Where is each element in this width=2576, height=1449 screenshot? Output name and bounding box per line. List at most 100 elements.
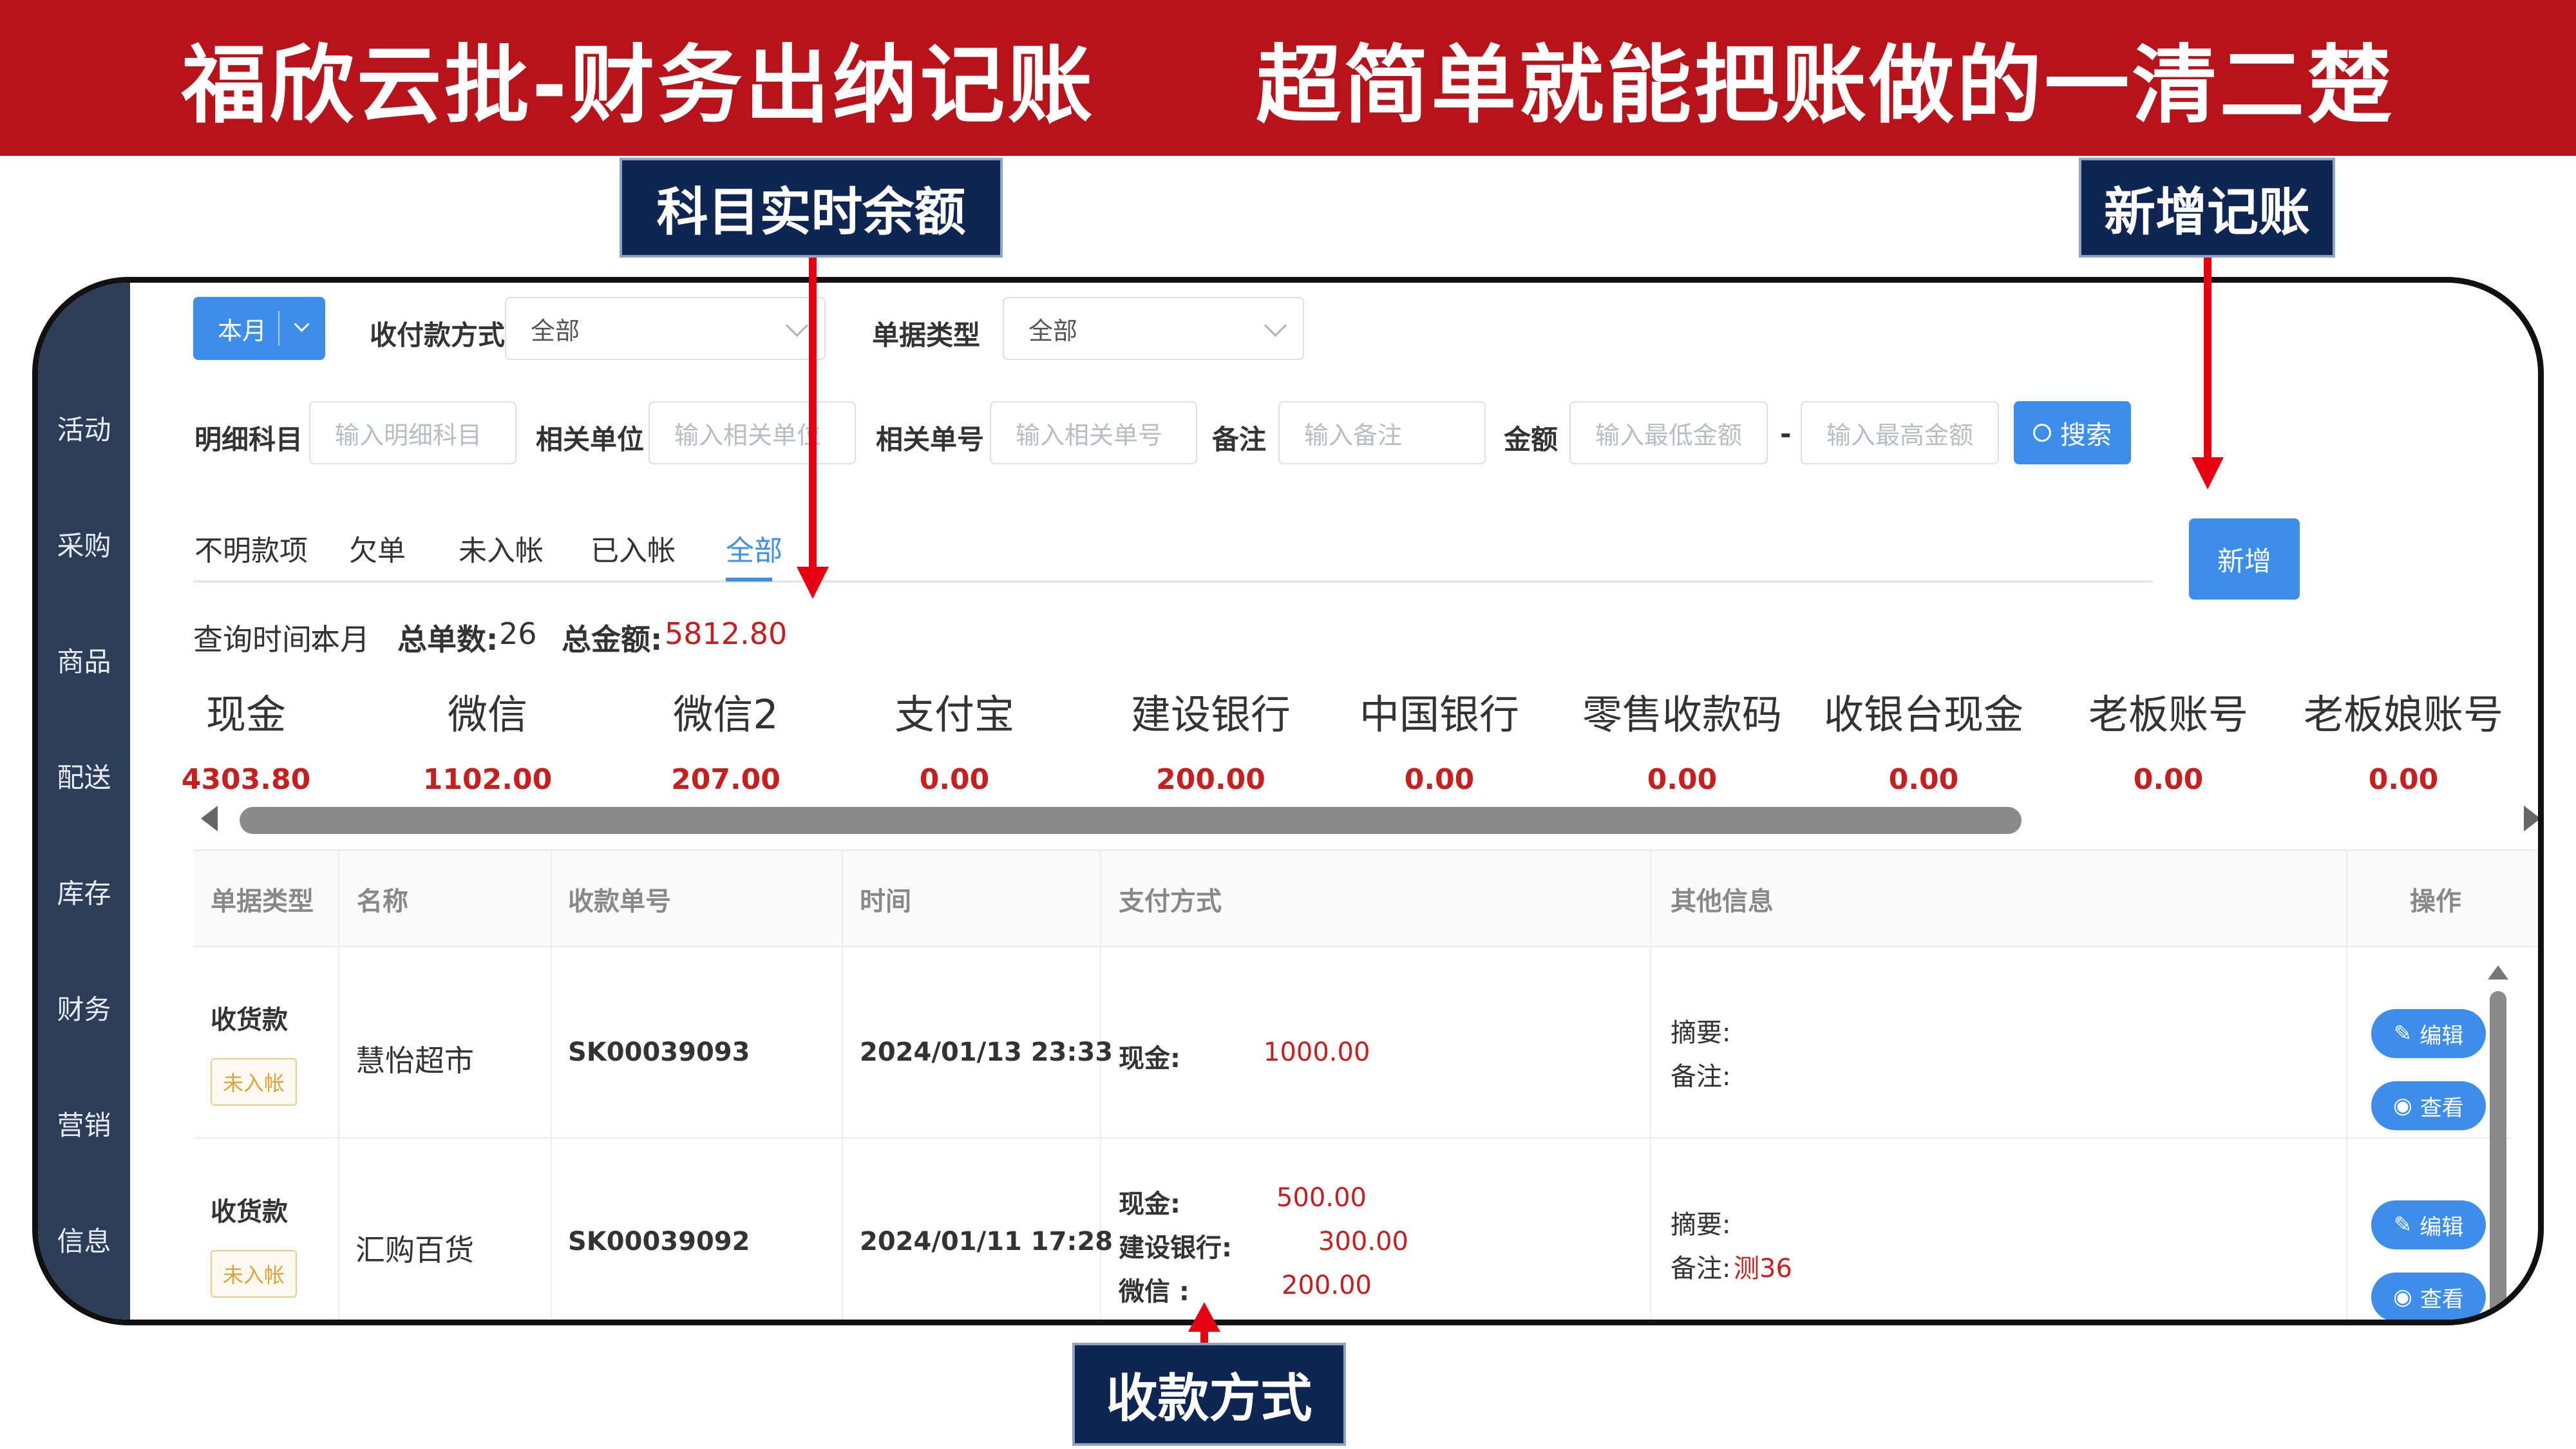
account-cashier-cash: 收银台现金 0.00 <box>1808 682 2040 796</box>
period-divider <box>278 311 279 346</box>
row1-edit-button[interactable]: ✎ 编辑 <box>2371 1009 2486 1058</box>
callout-add-record: 新增记账 <box>2079 158 2335 258</box>
related-no-input[interactable]: 输入相关单号 <box>990 401 1197 464</box>
account-name: 老板娘账号 <box>2303 691 2503 738</box>
total-amount-value: 5812.80 <box>665 616 788 651</box>
edit-label: 编辑 <box>2420 1023 2464 1049</box>
table-col-line <box>842 851 843 1320</box>
row1-payment-amount: 1000.00 <box>1264 1037 1370 1067</box>
tab-all[interactable]: 全部 <box>726 527 782 569</box>
amount-max-input[interactable]: 输入最高金额 <box>1801 401 1999 464</box>
row1-doc-no: SK00039093 <box>568 1037 750 1067</box>
row2-view-button[interactable]: ◉ 查看 <box>2371 1273 2486 1320</box>
related-no-label: 相关单号 <box>876 424 985 455</box>
row2-status-badge: 未入帐 <box>211 1250 297 1298</box>
row2-payment-method-3: 微信 : <box>1119 1277 1189 1307</box>
account-name: 微信2 <box>673 691 779 738</box>
sidebar-item-marketing[interactable]: 营销 <box>38 1104 130 1143</box>
table-row-divider <box>193 1137 2512 1139</box>
search-button[interactable]: 搜索 <box>2014 401 2131 464</box>
account-balance: 1102.00 <box>422 763 553 796</box>
row1-view-button[interactable]: ◉ 查看 <box>2371 1081 2486 1130</box>
scroll-right-arrow-icon[interactable] <box>2524 806 2538 831</box>
pencil-icon: ✎ <box>2393 1212 2412 1238</box>
account-balance: 0.00 <box>1404 763 1475 796</box>
row1-summary-label: 摘要: <box>1671 1018 1731 1048</box>
doc-type-select[interactable]: 全部 <box>1003 297 1304 360</box>
amount-min-input[interactable]: 输入最低金额 <box>1569 401 1768 464</box>
detail-subject-label: 明细科目 <box>194 424 303 455</box>
eye-icon: ◉ <box>2393 1093 2412 1119</box>
account-wechat: 微信 1102.00 <box>372 682 603 796</box>
row1-payment-method: 现金: <box>1119 1044 1180 1074</box>
sidebar-item-info[interactable]: 信息 <box>38 1220 130 1259</box>
account-balance: 0.00 <box>2368 763 2439 796</box>
sidebar-item-inventory[interactable]: 库存 <box>38 872 130 911</box>
row2-payment-amount-1: 500.00 <box>1276 1183 1367 1213</box>
table-col-line <box>551 851 552 1320</box>
account-cash: 现金 4303.80 <box>130 682 362 796</box>
row1-time: 2024/01/13 23:33 <box>860 1037 1113 1067</box>
account-balance: 0.00 <box>919 763 990 796</box>
col-header-type: 单据类型 <box>211 887 314 916</box>
vertical-scrollbar-thumb[interactable] <box>2490 991 2506 1320</box>
detail-subject-input[interactable]: 输入明细科目 <box>309 401 516 464</box>
table-header-bg <box>193 851 2538 947</box>
banner-title: 福欣云批-财务出纳记账 超简单就能把账做的一清二楚 <box>181 35 2395 135</box>
callout-payment-method: 收款方式 <box>1072 1343 1346 1446</box>
account-name: 零售收款码 <box>1582 691 1782 738</box>
callout-subject-balance: 科目实时余额 <box>620 158 1003 258</box>
row2-payment-method-2: 建设银行: <box>1119 1233 1232 1263</box>
account-balance: 0.00 <box>1888 763 1959 796</box>
tab-owed[interactable]: 欠单 <box>349 527 406 569</box>
search-button-label: 搜索 <box>2060 421 2112 450</box>
horizontal-scrollbar-thumb[interactable] <box>240 807 2022 834</box>
view-label: 查看 <box>2420 1286 2464 1312</box>
col-header-payment: 支付方式 <box>1119 887 1222 916</box>
payment-method-value: 全部 <box>531 316 580 345</box>
sidebar-item-activity[interactable]: 活动 <box>38 408 130 448</box>
tab-unposted[interactable]: 未入帐 <box>459 527 544 569</box>
account-balance: 207.00 <box>671 763 781 796</box>
chevron-down-icon <box>294 316 310 332</box>
row2-summary-label: 摘要: <box>1671 1210 1731 1240</box>
row2-payment-amount-2: 300.00 <box>1318 1227 1408 1256</box>
account-name: 微信 <box>447 691 527 738</box>
row2-remark-value: 测36 <box>1734 1254 1792 1283</box>
add-button[interactable]: 新增 <box>2189 518 2300 600</box>
remark-input[interactable]: 输入备注 <box>1278 401 1486 464</box>
row2-type: 收货款 <box>211 1197 288 1227</box>
account-name: 支付宝 <box>894 691 1014 738</box>
related-unit-input[interactable]: 输入相关单位 <box>649 401 856 464</box>
account-balance: 200.00 <box>1156 763 1265 796</box>
account-wechat2: 微信2 207.00 <box>610 682 842 796</box>
account-boss-wife: 老板娘账号 0.00 <box>2287 682 2519 796</box>
payment-method-select[interactable]: 全部 <box>505 297 826 360</box>
row1-remark-label: 备注: <box>1671 1062 1731 1092</box>
top-banner: 福欣云批-财务出纳记账 超简单就能把账做的一清二楚 <box>0 0 2576 156</box>
col-header-doc-no: 收款单号 <box>568 887 671 916</box>
pencil-icon: ✎ <box>2393 1021 2412 1046</box>
scroll-left-arrow-icon[interactable] <box>201 806 218 831</box>
query-time-value: 本月 <box>310 622 370 657</box>
doc-type-value: 全部 <box>1028 316 1078 345</box>
account-ccb: 建设银行 200.00 <box>1095 682 1327 796</box>
col-header-time: 时间 <box>860 887 911 916</box>
amount-separator: - <box>1780 418 1792 450</box>
sidebar-item-finance[interactable]: 财务 <box>38 988 130 1027</box>
row2-edit-button[interactable]: ✎ 编辑 <box>2371 1200 2486 1249</box>
row2-name: 汇购百货 <box>355 1233 474 1267</box>
search-icon <box>2033 424 2051 442</box>
eye-icon: ◉ <box>2393 1284 2412 1310</box>
sidebar-item-product[interactable]: 商品 <box>38 640 130 679</box>
tab-unknown[interactable]: 不明款项 <box>194 527 308 569</box>
account-alipay: 支付宝 0.00 <box>838 682 1070 796</box>
period-select[interactable]: 本月 <box>193 297 325 360</box>
total-count-value: 26 <box>499 616 537 651</box>
tabs-divider <box>193 580 2153 583</box>
tab-posted[interactable]: 已入帐 <box>591 527 676 569</box>
scroll-up-arrow-icon[interactable] <box>2488 965 2508 980</box>
sidebar-item-purchase[interactable]: 采购 <box>38 524 130 564</box>
chevron-down-icon <box>1264 314 1287 337</box>
sidebar-item-delivery[interactable]: 配送 <box>38 756 130 795</box>
